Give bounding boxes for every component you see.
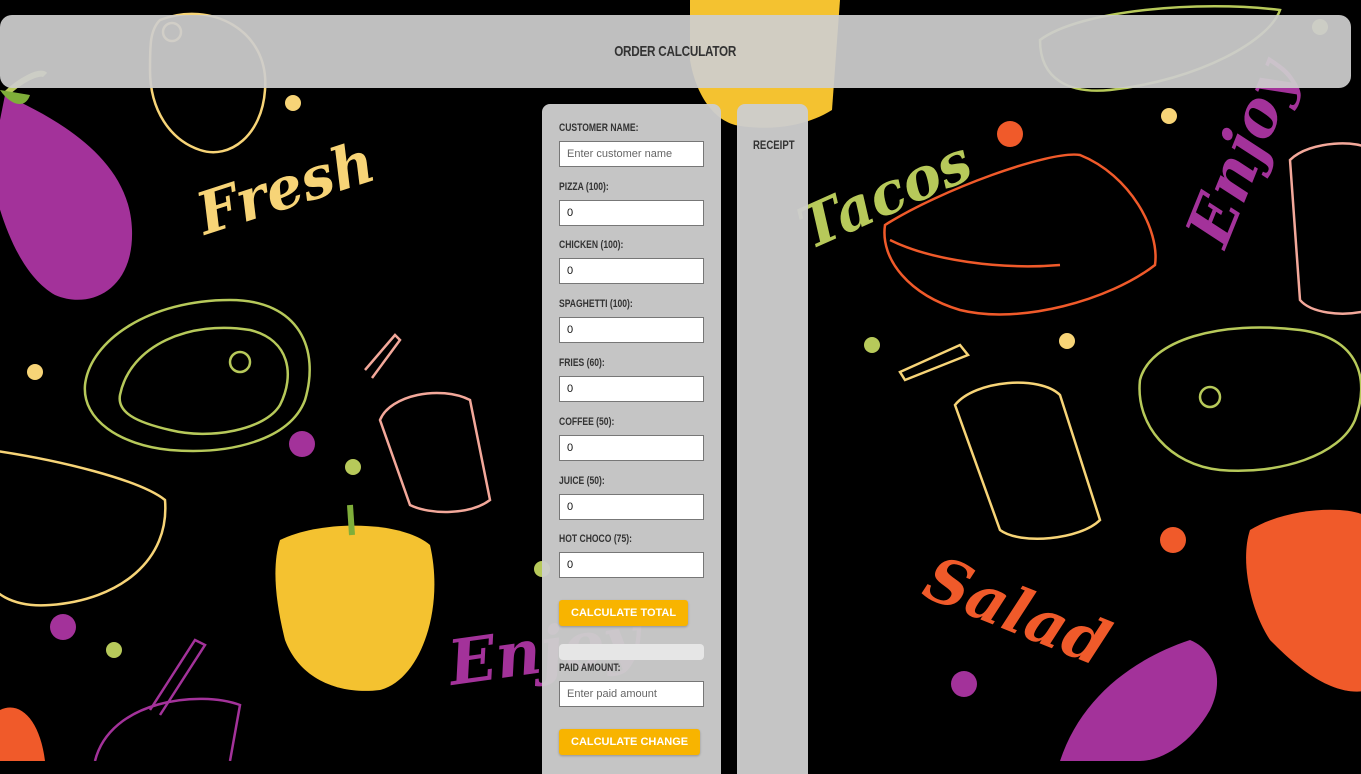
order-form-panel: CUSTOMER NAME: PIZZA (100): CHICKEN (100…	[542, 104, 721, 774]
pizza-quantity-input[interactable]	[559, 200, 704, 226]
hot-choco-quantity-input[interactable]	[559, 552, 704, 578]
spaghetti-label: SPAGHETTI (100):	[559, 298, 633, 310]
paid-amount-label: PAID AMOUNT:	[559, 662, 621, 674]
hot-choco-label: HOT CHOCO (75):	[559, 533, 632, 545]
coffee-quantity-input[interactable]	[559, 435, 704, 461]
calculate-change-button[interactable]: CALCULATE CHANGE	[559, 729, 701, 755]
calculate-total-button[interactable]: CALCULATE TOTAL	[559, 600, 689, 626]
chicken-quantity-input[interactable]	[559, 258, 704, 284]
fries-quantity-input[interactable]	[559, 376, 704, 402]
juice-label: JUICE (50):	[559, 475, 605, 487]
header-bar: ORDER CALCULATOR	[0, 15, 1351, 88]
customer-name-input[interactable]	[559, 141, 704, 167]
total-display	[559, 644, 704, 660]
pizza-label: PIZZA (100):	[559, 181, 609, 193]
juice-quantity-input[interactable]	[559, 494, 704, 520]
receipt-title: RECEIPT	[753, 138, 795, 152]
chicken-label: CHICKEN (100):	[559, 239, 624, 251]
fries-label: FRIES (60):	[559, 357, 605, 369]
customer-name-label: CUSTOMER NAME:	[559, 122, 639, 134]
spaghetti-quantity-input[interactable]	[559, 317, 704, 343]
coffee-label: COFFEE (50):	[559, 416, 615, 428]
paid-amount-input[interactable]	[559, 681, 704, 707]
receipt-panel: RECEIPT	[737, 104, 808, 774]
page-title: ORDER CALCULATOR	[614, 43, 737, 60]
